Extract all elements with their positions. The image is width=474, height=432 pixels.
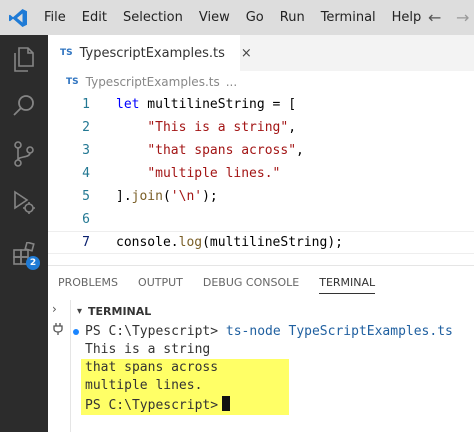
code-text: "This is a string", — [116, 120, 296, 135]
terminal-output[interactable]: PS C:\Typescript> ts-node TypeScriptExam… — [70, 322, 474, 432]
line-number: 7 — [82, 235, 90, 250]
breadcrumb-ellipsis[interactable]: ... — [226, 75, 237, 89]
code-line[interactable]: 2 "This is a string", — [48, 116, 474, 139]
code-line[interactable]: 1 let multilineString = [ — [48, 93, 474, 116]
typescript-file-icon: TS — [66, 77, 79, 87]
activity-bar: 2 — [0, 35, 48, 432]
plug-icon[interactable] — [52, 322, 64, 339]
panel-tab-bar: PROBLEMS OUTPUT DEBUG CONSOLE TERMINAL — [48, 266, 474, 300]
title-bar: File Edit Selection View Go Run Terminal… — [0, 0, 474, 35]
terminal-section-header[interactable]: ▾ TERMINAL — [70, 300, 474, 322]
terminal-section-title: TERMINAL — [88, 304, 152, 318]
command: ts-node TypeScriptExamples.ts — [225, 324, 453, 339]
prompt: PS C:\Typescript> — [85, 324, 219, 339]
tab-problems[interactable]: PROBLEMS — [48, 266, 128, 300]
function-name: log — [178, 235, 203, 250]
function-name: join — [131, 189, 163, 204]
line-number: 2 — [82, 120, 90, 135]
string-literal: '\n' — [170, 189, 203, 204]
panel-sidebar: › — [48, 300, 70, 432]
menu-edit[interactable]: Edit — [74, 0, 115, 35]
line-number: 5 — [82, 189, 90, 204]
code-token: (multilineString); — [202, 235, 343, 250]
bottom-panel: PROBLEMS OUTPUT DEBUG CONSOLE TERMINAL ›… — [48, 265, 474, 432]
menu-help[interactable]: Help — [384, 0, 430, 35]
menu-terminal[interactable]: Terminal — [313, 0, 384, 35]
chevron-right-icon[interactable]: › — [52, 302, 57, 316]
line-number: 6 — [82, 212, 90, 227]
line-number: 4 — [82, 166, 90, 181]
close-icon[interactable]: × — [241, 46, 252, 61]
code-token: console. — [116, 235, 179, 250]
tab-debug-console[interactable]: DEBUG CONSOLE — [193, 266, 309, 300]
chevron-down-icon: ▾ — [77, 305, 83, 317]
terminal-line: that spans across — [85, 360, 219, 375]
code-text: "multiple lines." — [116, 166, 280, 181]
extensions-badge: 2 — [26, 256, 40, 270]
code-text: "that spans across", — [116, 143, 304, 158]
source-control-icon[interactable] — [0, 131, 48, 177]
keyword: let — [116, 97, 140, 112]
code-token: ]. — [116, 189, 132, 204]
vscode-logo-icon[interactable] — [0, 0, 36, 35]
breadcrumb: TS TypescriptExamples.ts ... — [48, 71, 474, 93]
extensions-icon[interactable]: 2 — [0, 231, 48, 277]
code-line[interactable]: 4 "multiple lines." — [48, 162, 474, 185]
code-line[interactable]: 6 — [48, 208, 474, 231]
menu-selection[interactable]: Selection — [115, 0, 191, 35]
explorer-icon[interactable] — [0, 37, 48, 83]
run-debug-icon[interactable] — [0, 179, 48, 225]
string-literal: "This is a string" — [147, 120, 289, 135]
code-editor[interactable]: 1 let multilineString = [ 2 "This is a str… — [48, 93, 474, 265]
code-token: , — [288, 120, 297, 135]
code-text: console.log(multilineString); — [116, 235, 343, 250]
menu-bar: File Edit Selection View Go Run Terminal… — [36, 0, 429, 35]
menu-run[interactable]: Run — [272, 0, 313, 35]
code-token: ( — [162, 189, 171, 204]
code-token: ); — [202, 189, 218, 204]
prompt: PS C:\Typescript> — [85, 398, 219, 413]
string-literal: "multiple lines." — [147, 166, 281, 181]
search-icon[interactable] — [0, 83, 48, 129]
code-line[interactable]: 7 console.log(multilineString); — [48, 231, 474, 254]
tab-output[interactable]: OUTPUT — [128, 266, 193, 300]
terminal-line: This is a string — [85, 342, 211, 357]
terminal-cursor — [222, 396, 231, 411]
code-line[interactable]: 3 "that spans across", — [48, 139, 474, 162]
code-text: ].join('\n'); — [116, 189, 218, 204]
menu-go[interactable]: Go — [238, 0, 272, 35]
line-number: 1 — [82, 97, 90, 112]
menu-file[interactable]: File — [36, 0, 74, 35]
terminal-line: PS C:\Typescript> ts-node TypeScriptExam… — [85, 323, 453, 341]
code-token: multilineString = [ — [139, 97, 297, 112]
tab-label: TypescriptExamples.ts — [79, 45, 225, 61]
code-line[interactable]: 5].join('\n'); — [48, 185, 474, 208]
code-token: , — [296, 143, 304, 158]
typescript-file-icon: TS — [60, 48, 73, 58]
terminal-line: multiple lines. — [85, 378, 203, 393]
string-literal: "that spans across" — [147, 143, 297, 158]
breadcrumb-file[interactable]: TypescriptExamples.ts — [86, 75, 220, 89]
tab-typescriptexamples[interactable]: TS TypescriptExamples.ts × — [48, 35, 252, 71]
command-decoration-icon — [73, 329, 79, 335]
code-text: let multilineString = [ — [116, 97, 296, 112]
editor-tab-bar: TS TypescriptExamples.ts × — [48, 35, 474, 71]
line-number: 3 — [82, 143, 90, 158]
back-arrow-icon[interactable]: ← — [428, 0, 441, 35]
tab-terminal[interactable]: TERMINAL — [309, 266, 385, 300]
menu-view[interactable]: View — [191, 0, 238, 35]
terminal-line: PS C:\Typescript> — [85, 396, 231, 414]
forward-arrow-icon[interactable]: → — [456, 0, 469, 35]
